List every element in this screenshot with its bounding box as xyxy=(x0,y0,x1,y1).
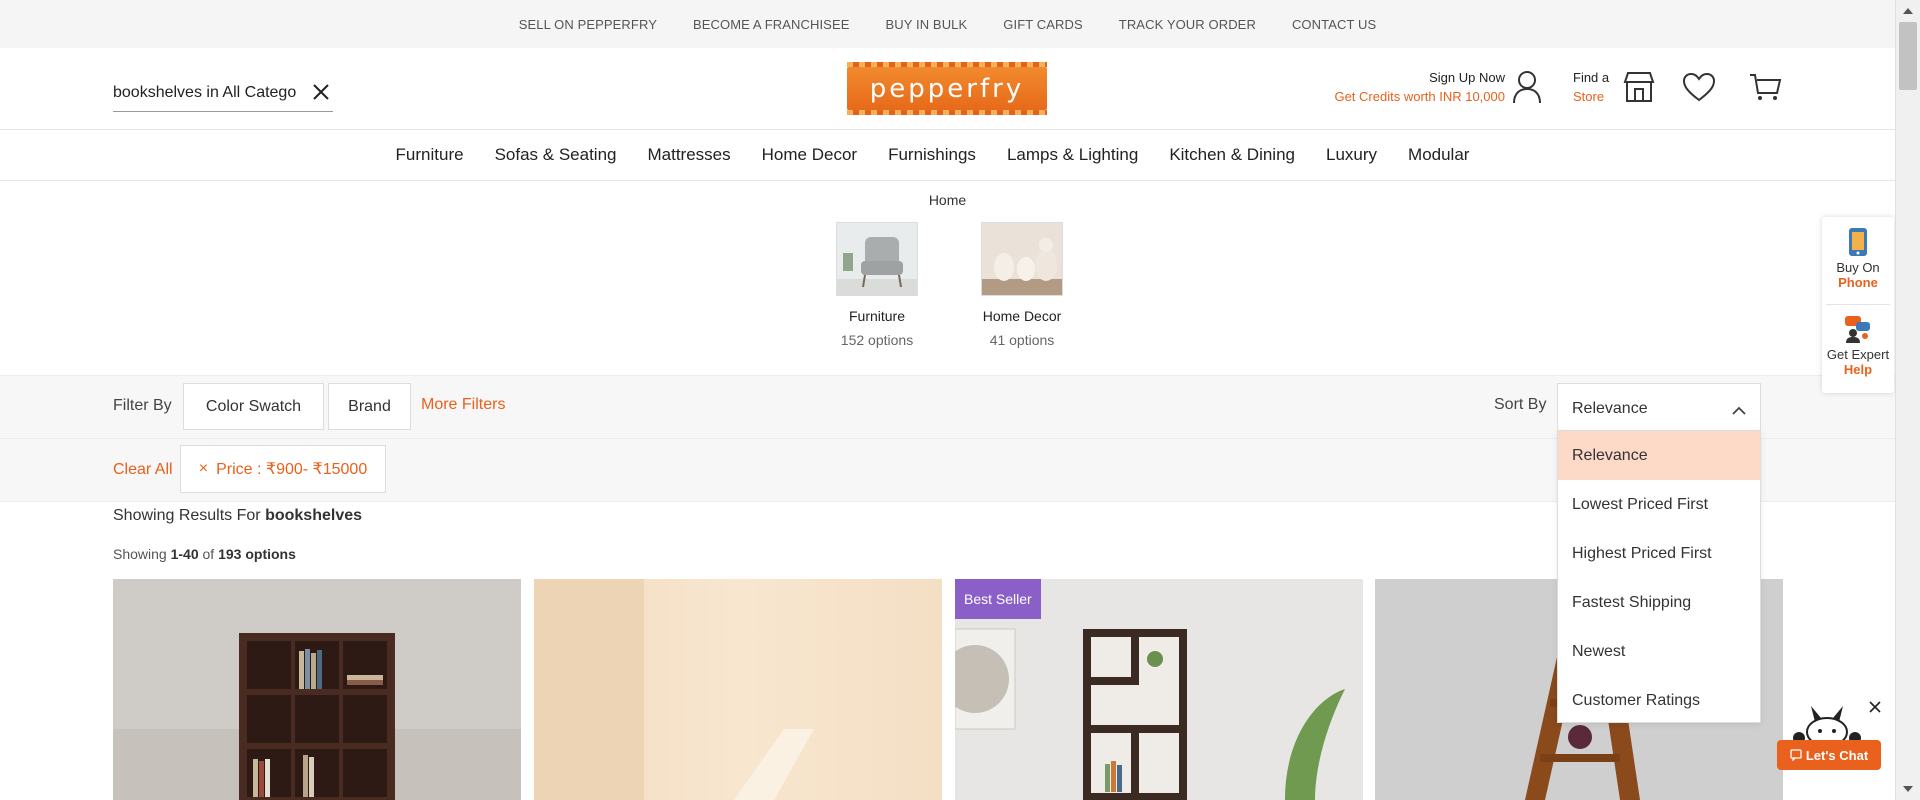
sort-option-newest[interactable]: Newest xyxy=(1558,627,1760,676)
scrollbar-thumb[interactable] xyxy=(1899,22,1917,90)
topbar-link-franchisee[interactable]: BECOME A FRANCHISEE xyxy=(693,17,850,32)
filter-by-label: Filter By xyxy=(113,397,172,414)
expert-help-icon xyxy=(1845,316,1870,343)
signup-credits: Get Credits worth INR 10,000 xyxy=(1334,89,1505,104)
product-card[interactable] xyxy=(113,579,521,800)
expert-help-accent: Help xyxy=(1843,362,1873,377)
lets-chat-button[interactable]: Let's Chat xyxy=(1777,740,1881,770)
nav-item-modular[interactable]: Modular xyxy=(1408,145,1469,165)
category-name: Home Decor xyxy=(982,308,1062,324)
search-box xyxy=(113,78,333,112)
topbar-link-sell[interactable]: SELL ON PEPPERFRY xyxy=(519,17,657,32)
remove-filter-icon[interactable]: × xyxy=(199,460,208,478)
results-query: bookshelves xyxy=(265,507,363,524)
header: pepperfry Sign Up Now Get Credits worth … xyxy=(0,48,1895,130)
find-store-link[interactable]: Find a Store xyxy=(1573,70,1609,104)
category-options-count: 152 options xyxy=(840,332,914,348)
sort-dropdown-menu: Relevance Lowest Priced First Highest Pr… xyxy=(1557,430,1761,723)
clear-search-icon[interactable] xyxy=(309,80,333,104)
product-image xyxy=(113,579,521,800)
topbar-link-bulk[interactable]: BUY IN BULK xyxy=(886,17,968,32)
side-float-panel: Buy On Phone Get Expert Help xyxy=(1822,217,1894,393)
results-heading: Showing Results For bookshelves xyxy=(113,507,362,525)
category-image xyxy=(836,222,918,296)
wishlist-heart-icon[interactable] xyxy=(1682,72,1716,107)
topbar-link-contact[interactable]: CONTACT US xyxy=(1292,17,1376,32)
category-options-count: 41 options xyxy=(989,332,1055,348)
sort-option-fastest-shipping[interactable]: Fastest Shipping xyxy=(1558,578,1760,627)
nav-item-sofas-seating[interactable]: Sofas & Seating xyxy=(495,145,617,165)
find-store-accent: Store xyxy=(1573,89,1605,104)
logo-text: pepperfry xyxy=(869,73,1025,104)
results-count: Showing 1-40 of 193 options xyxy=(113,546,296,562)
nav-item-kitchen-dining[interactable]: Kitchen & Dining xyxy=(1169,145,1295,165)
page-scrollbar[interactable] xyxy=(1895,0,1920,800)
showing-of: of xyxy=(202,546,215,562)
sort-option-lowest-price[interactable]: Lowest Priced First xyxy=(1558,480,1760,529)
signup-link[interactable]: Sign Up Now Get Credits worth INR 10,000 xyxy=(1300,70,1505,104)
buy-on-phone-button[interactable]: Buy On Phone xyxy=(1822,227,1894,290)
main-nav: Furniture Sofas & Seating Mattresses Hom… xyxy=(0,130,1895,181)
pepperfry-logo[interactable]: pepperfry xyxy=(847,62,1047,115)
more-filters-link[interactable]: More Filters xyxy=(421,396,505,414)
scroll-down-arrow-icon[interactable] xyxy=(1903,786,1913,792)
breadcrumb[interactable]: Home xyxy=(0,192,1895,208)
category-tile-furniture[interactable]: Furniture 152 options xyxy=(822,222,932,348)
expert-help-label: Get Expert xyxy=(1826,347,1890,362)
chat-bubble-icon xyxy=(1790,749,1802,761)
divider xyxy=(1826,304,1890,305)
results-prefix: Showing Results For xyxy=(113,507,261,524)
nav-item-mattresses[interactable]: Mattresses xyxy=(648,145,731,165)
product-card[interactable]: Best Seller xyxy=(955,579,1363,800)
store-icon[interactable] xyxy=(1622,70,1656,109)
close-chat-icon[interactable] xyxy=(1868,700,1882,719)
showing-range: 1-40 xyxy=(170,546,199,562)
product-card[interactable] xyxy=(534,579,942,800)
sort-by-label: Sort By xyxy=(1494,396,1547,413)
best-seller-badge: Best Seller xyxy=(955,579,1041,619)
sort-option-customer-ratings[interactable]: Customer Ratings xyxy=(1558,676,1760,725)
topbar-link-track-order[interactable]: TRACK YOUR ORDER xyxy=(1119,17,1256,32)
showing-prefix: Showing xyxy=(113,546,167,562)
signup-label: Sign Up Now xyxy=(1429,70,1505,85)
user-icon[interactable] xyxy=(1512,70,1542,109)
get-expert-help-button[interactable]: Get Expert Help xyxy=(1822,314,1894,377)
nav-item-home-decor[interactable]: Home Decor xyxy=(762,145,857,165)
search-input[interactable] xyxy=(113,78,297,108)
topbar-link-giftcards[interactable]: GIFT CARDS xyxy=(1003,17,1083,32)
clear-all-button[interactable]: Clear All xyxy=(113,461,173,479)
applied-filter-label: Price : ₹900- ₹15000 xyxy=(216,461,368,478)
sort-select[interactable]: Relevance xyxy=(1557,383,1761,433)
sort-option-highest-price[interactable]: Highest Priced First xyxy=(1558,529,1760,578)
top-utility-bar: SELL ON PEPPERFRY BECOME A FRANCHISEE BU… xyxy=(0,0,1895,48)
find-store-label: Find a xyxy=(1573,70,1610,85)
buy-on-phone-label: Buy On xyxy=(1836,260,1880,275)
applied-filter-price-chip[interactable]: × Price : ₹900- ₹15000 xyxy=(180,445,386,493)
chat-widget: Let's Chat xyxy=(1777,704,1881,770)
chevron-up-icon xyxy=(1732,403,1746,421)
nav-item-furnishings[interactable]: Furnishings xyxy=(888,145,976,165)
scroll-up-arrow-icon[interactable] xyxy=(1903,8,1913,14)
nav-item-lamps-lighting[interactable]: Lamps & Lighting xyxy=(1007,145,1138,165)
sort-option-relevance[interactable]: Relevance xyxy=(1558,431,1760,480)
filter-chip-brand[interactable]: Brand xyxy=(328,383,411,430)
category-image xyxy=(981,222,1063,296)
category-name: Furniture xyxy=(848,308,906,324)
filter-chip-color-swatch[interactable]: Color Swatch xyxy=(183,383,324,430)
category-tile-home-decor[interactable]: Home Decor 41 options xyxy=(967,222,1077,348)
showing-total: 193 options xyxy=(218,546,296,562)
sort-selected-value: Relevance xyxy=(1572,399,1648,417)
phone-icon xyxy=(1849,228,1867,256)
nav-item-luxury[interactable]: Luxury xyxy=(1326,145,1377,165)
cart-icon[interactable] xyxy=(1748,72,1782,107)
product-image xyxy=(534,579,942,800)
lets-chat-label: Let's Chat xyxy=(1805,747,1869,763)
buy-on-phone-accent: Phone xyxy=(1838,275,1878,290)
nav-item-furniture[interactable]: Furniture xyxy=(396,145,464,165)
